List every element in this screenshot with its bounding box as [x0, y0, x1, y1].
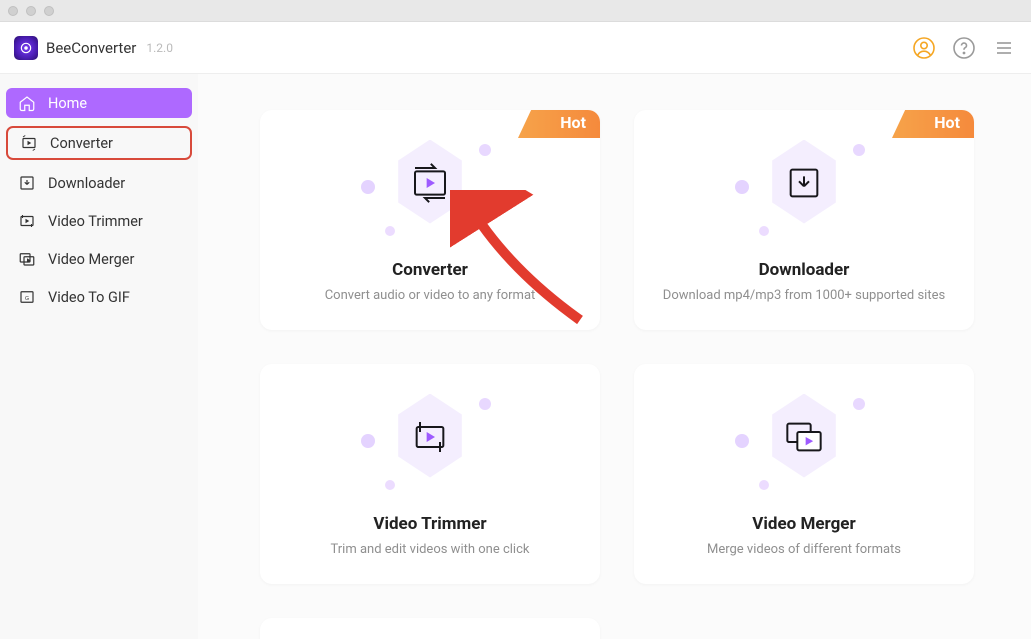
card-desc: Convert audio or video to any format: [301, 288, 560, 303]
window-titlebar: [0, 0, 1031, 22]
trimmer-icon: [18, 212, 36, 230]
card-desc: Trim and edit videos with one click: [307, 542, 554, 557]
sidebar-item-gif[interactable]: G Video To GIF: [6, 282, 192, 312]
app-logo-icon: [14, 36, 38, 60]
help-icon[interactable]: [951, 35, 977, 61]
sidebar-item-label: Video Merger: [48, 251, 134, 268]
card-title: Converter: [392, 260, 468, 280]
gif-icon: G: [18, 288, 36, 306]
card-trimmer[interactable]: Video Trimmer Trim and edit videos with …: [260, 364, 600, 584]
downloader-illustration: [729, 138, 879, 248]
sidebar: Home Converter Downloader Video Trimmer …: [0, 74, 198, 639]
card-title: Downloader: [759, 260, 850, 280]
hot-badge: Hot: [892, 110, 974, 138]
converter-icon: [20, 134, 38, 152]
download-icon: [18, 174, 36, 192]
card-title: Video Merger: [752, 514, 855, 534]
sidebar-item-home[interactable]: Home: [6, 88, 192, 118]
sidebar-item-converter[interactable]: Converter: [6, 126, 192, 160]
traffic-close[interactable]: [8, 6, 18, 16]
hot-badge: Hot: [518, 110, 600, 138]
card-downloader[interactable]: Hot Downloader Download mp4/mp3 from 100…: [634, 110, 974, 330]
menu-icon[interactable]: [991, 35, 1017, 61]
sidebar-item-label: Video Trimmer: [48, 213, 143, 230]
app-version: 1.2.0: [146, 41, 173, 55]
converter-illustration: [355, 138, 505, 248]
card-partial[interactable]: [260, 618, 600, 639]
sidebar-item-trimmer[interactable]: Video Trimmer: [6, 206, 192, 236]
merger-illustration: [729, 392, 879, 502]
merger-icon: [18, 250, 36, 268]
traffic-min[interactable]: [26, 6, 36, 16]
card-converter[interactable]: Hot Converter Convert audio or video to …: [260, 110, 600, 330]
app-header: BeeConverter 1.2.0: [0, 22, 1031, 74]
card-desc: Merge videos of different formats: [683, 542, 925, 557]
svg-text:G: G: [25, 296, 29, 302]
sidebar-item-label: Video To GIF: [48, 289, 130, 306]
sidebar-item-label: Converter: [50, 135, 113, 152]
content-area: Hot Converter Convert audio or video to …: [198, 74, 1031, 639]
card-merger[interactable]: Video Merger Merge videos of different f…: [634, 364, 974, 584]
sidebar-item-merger[interactable]: Video Merger: [6, 244, 192, 274]
account-icon[interactable]: [911, 35, 937, 61]
card-desc: Download mp4/mp3 from 1000+ supported si…: [639, 288, 969, 303]
home-icon: [18, 94, 36, 112]
sidebar-item-label: Downloader: [48, 175, 125, 192]
app-name: BeeConverter: [46, 39, 136, 57]
traffic-max[interactable]: [44, 6, 54, 16]
card-title: Video Trimmer: [373, 514, 486, 534]
trimmer-illustration: [355, 392, 505, 502]
sidebar-item-label: Home: [48, 95, 87, 112]
sidebar-item-downloader[interactable]: Downloader: [6, 168, 192, 198]
